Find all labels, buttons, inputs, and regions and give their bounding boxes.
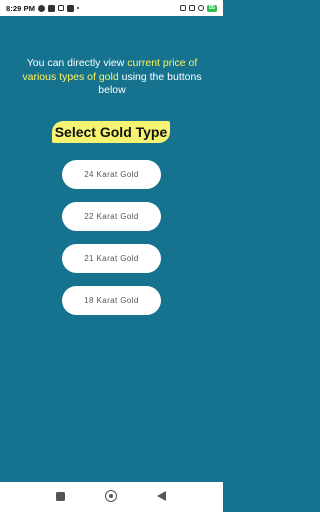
gold-21-karat-button[interactable]: 21 Karat Gold <box>62 244 161 273</box>
status-bar: 8:29 PM 55 <box>0 0 223 16</box>
signal-icon-2 <box>188 5 195 11</box>
intro-text: You can directly view current price of v… <box>14 57 210 98</box>
intro-text-start: You can directly view <box>26 57 128 69</box>
gallery-icon <box>48 4 56 12</box>
status-bar-right: 55 <box>179 4 217 12</box>
gold-18-karat-button[interactable]: 18 Karat Gold <box>62 286 161 315</box>
app-icon <box>58 5 65 11</box>
recent-apps-icon[interactable] <box>56 492 65 501</box>
back-icon[interactable] <box>157 491 166 501</box>
navigation-bar <box>0 482 223 512</box>
gold-24-karat-button[interactable]: 24 Karat Gold <box>62 160 161 189</box>
wifi-icon <box>197 5 204 11</box>
gold-22-karat-button[interactable]: 22 Karat Gold <box>62 202 161 231</box>
status-bar-left: 8:29 PM <box>6 3 80 13</box>
select-gold-type-title: Select Gold Type <box>52 121 170 143</box>
clock: 8:29 PM <box>6 3 36 13</box>
more-notifications-icon <box>77 7 80 9</box>
facebook-icon <box>67 4 75 12</box>
home-icon[interactable] <box>105 490 117 502</box>
battery-icon: 55 <box>206 4 217 12</box>
signal-icon <box>179 5 186 11</box>
notification-icon <box>38 4 46 12</box>
